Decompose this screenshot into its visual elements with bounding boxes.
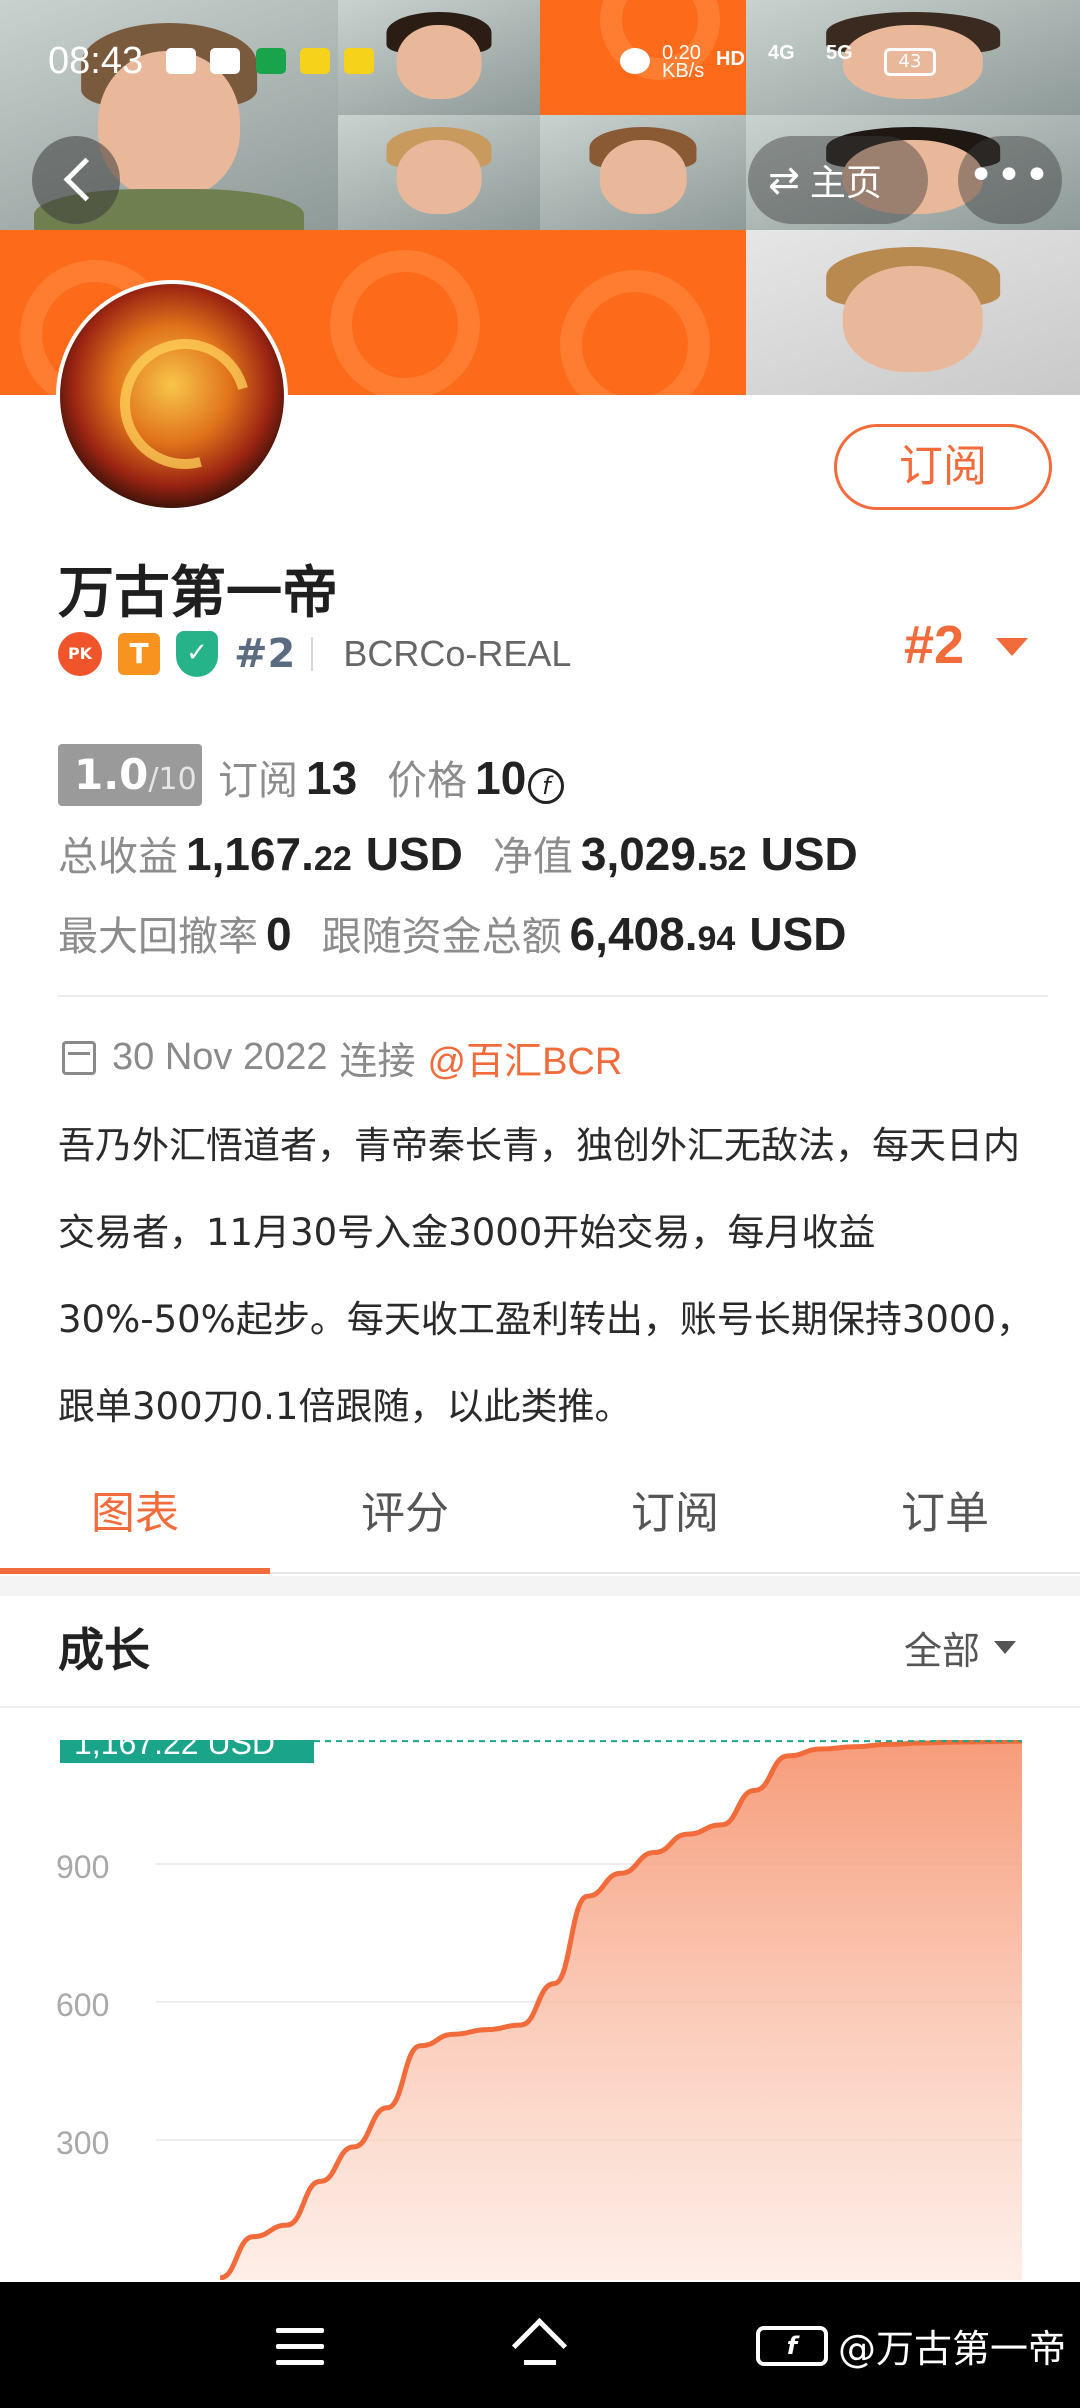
status-bar: 08:43 0.20 KB/s HD 4G 5G 43 [0,0,1080,120]
subscribe-button[interactable]: 订阅 [834,424,1052,510]
profile-description: 吾乃外汇悟道者，青帝秦长青，独创外汇无敌法，每天日内交易者，11月30号入金30… [58,1124,1033,1428]
score-denominator: /10 [148,762,197,797]
profit-row: 总收益 1,167.22 USD 净值 3,029.52 USD [58,824,888,882]
watermark-logo: f [756,2325,828,2366]
total-profit-int: 1,167. [186,828,314,880]
tab-orders[interactable]: 订单 [810,1464,1080,1572]
chevron-down-icon[interactable] [996,638,1028,656]
y-tick-label: 600 [56,1987,109,2023]
alarm-icon [620,48,650,74]
growth-title: 成长 [58,1623,150,1677]
home-icon[interactable] [510,2322,570,2370]
score-value: 1.0 [74,750,149,799]
pk-badge-icon: PK [58,632,102,676]
net-value: 3,029.52 [581,827,747,881]
watermark: f @万古第一帝 [756,2318,1066,2373]
drawdown-row: 最大回撤率 0 跟随资金总额 6,408.94 USD [58,904,876,962]
total-profit-label: 总收益 [58,834,178,880]
banner-photo [338,115,540,230]
badge-row: PK T ✓ #2 BCRCo-REAL [58,626,571,682]
divider [58,995,1048,997]
network-4g: 4G [768,42,795,64]
home-button[interactable]: ⇄ 主页 [748,136,928,224]
net-speed-unit: KB/s [662,60,705,82]
coin-icon: f [528,768,565,804]
net-speed: 0.20 KB/s [662,43,705,82]
price-value: 10 [475,752,527,804]
connection-line: 30 Nov 2022 连接 @百汇BCR [62,1030,622,1085]
net-value-label: 净值 [492,834,573,880]
subscribe-price-row: 订阅 13 价格 10 f [218,748,565,806]
mail-icon [166,48,196,74]
divider [311,637,314,671]
app-notification-icon [210,48,240,74]
verified-shield-icon: ✓ [176,631,218,677]
battery-icon: 43 [884,48,936,76]
swap-icon: ⇄ [768,158,800,202]
avatar[interactable] [56,280,288,512]
follow-funds-int: 6,408. [569,908,698,960]
growth-chart[interactable]: 1.2K9006003001,167.22 USD [0,1740,1080,2280]
broker-name: BCRCo-REAL [343,633,572,674]
y-tick-label: 300 [56,2125,109,2161]
follow-funds-label: 跟随资金总额 [321,914,562,960]
subscribe-count: 13 [306,752,358,804]
banner-photo [540,115,746,230]
network-5g: 5G [826,42,853,64]
section-gap [0,1576,1080,1596]
back-button[interactable] [32,136,120,224]
total-profit-unit: USD [365,828,463,880]
range-label: 全部 [904,1629,981,1673]
menu-icon[interactable] [276,2328,324,2366]
net-value-dec: 52 [708,840,747,878]
rank-dropdown[interactable]: #2 [904,614,964,676]
tab-chart[interactable]: 图表 [0,1464,270,1574]
tab-bar: 图表 评分 订阅 订单 [0,1464,1080,1574]
subscribe-count-label: 订阅 [218,758,298,804]
current-value-label: 1,167.22 USD [74,1740,275,1761]
hd-indicator: HD [716,48,745,70]
follow-funds-value: 6,408.94 [570,907,736,961]
max-drawdown-value: 0 [266,908,292,960]
chevron-down-icon [994,1641,1017,1654]
max-drawdown-label: 最大回撤率 [58,914,258,960]
follow-funds-unit: USD [749,908,847,960]
system-nav-bar: f @万古第一帝 [0,2282,1080,2408]
y-tick-label: 900 [56,1849,109,1885]
broker-mention-link[interactable]: @百汇BCR [428,1030,623,1085]
divider [0,1706,1080,1708]
follow-funds-dec: 94 [697,920,736,958]
total-profit-value: 1,167.22 [186,827,352,881]
score-badge: 1.0/10 [58,744,202,806]
t-badge-icon: T [118,633,160,675]
range-selector[interactable]: 全部 [904,1620,1017,1675]
total-profit-dec: 22 [313,840,352,878]
watermark-text: @万古第一帝 [838,2327,1067,2371]
app-notification-icon [300,48,330,74]
connect-date: 30 Nov 2022 [112,1036,328,1078]
connect-label: 连接 [339,1041,416,1083]
banner-photo [746,230,1080,395]
calendar-icon [62,1040,96,1075]
tab-rating[interactable]: 评分 [270,1464,540,1572]
price-label: 价格 [387,758,468,804]
rank-badge: #2 [234,631,296,677]
net-value-unit: USD [760,828,858,880]
tab-subscriptions[interactable]: 订阅 [540,1464,810,1572]
more-button[interactable]: ••• [958,136,1062,224]
profile-name: 万古第一帝 [58,561,338,626]
area-fill [220,1741,1022,2280]
screen: 08:43 0.20 KB/s HD 4G 5G 43 ⇄ 主页 ••• 订阅 … [0,0,1080,2408]
net-value-int: 3,029. [580,828,709,880]
app-notification-icon [344,48,374,74]
app-notification-icon [256,48,286,74]
home-label: 主页 [809,163,882,204]
status-time: 08:43 [48,40,144,82]
